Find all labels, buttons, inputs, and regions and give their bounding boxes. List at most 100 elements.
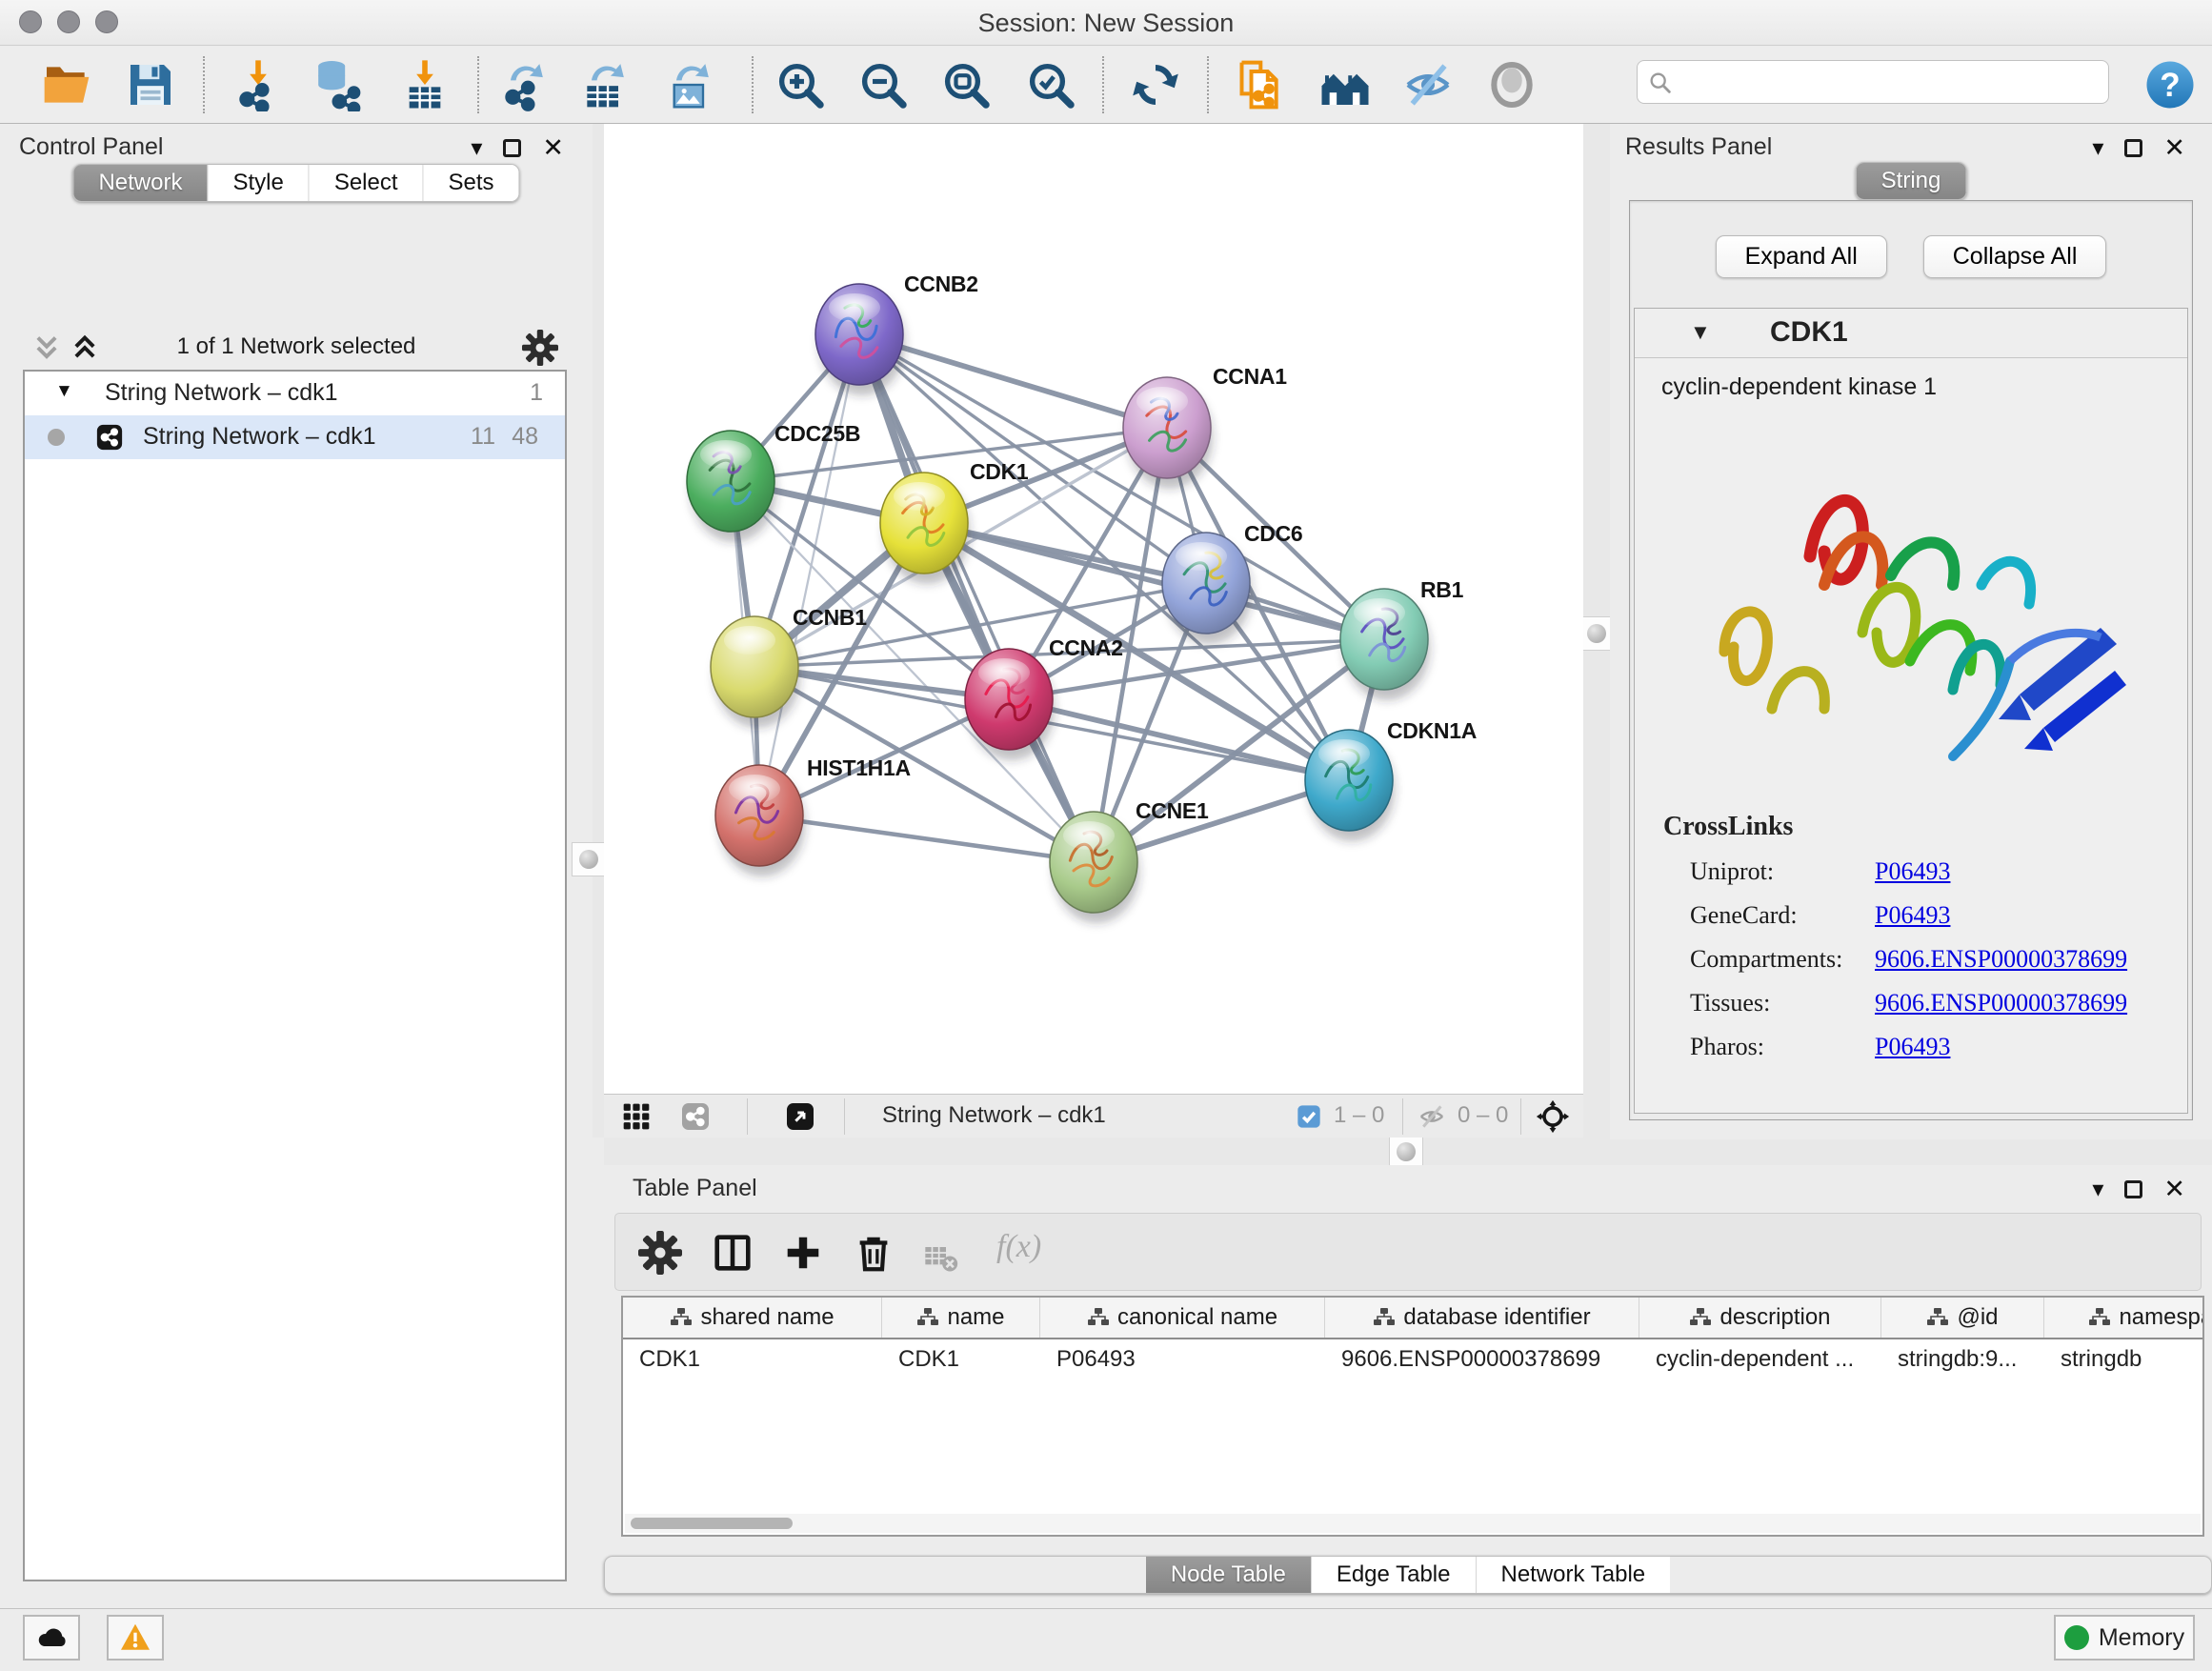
table-cell[interactable]: stringdb	[2044, 1339, 2204, 1381]
table-options-gear-icon[interactable]	[638, 1231, 682, 1275]
node-RB1[interactable]	[1340, 589, 1430, 700]
show-columns-icon[interactable]	[711, 1231, 754, 1275]
node-CCNB1[interactable]	[711, 616, 800, 728]
cloud-status-button[interactable]	[23, 1615, 80, 1661]
node-CCNA2[interactable]	[965, 649, 1055, 760]
collection-caret-icon[interactable]: ▼	[55, 381, 73, 402]
column-header-namespace[interactable]: namespace	[2044, 1298, 2204, 1338]
network-row[interactable]: String Network – cdk1 11 48	[25, 415, 565, 459]
memory-button[interactable]: Memory	[2054, 1615, 2195, 1661]
network-graph[interactable]: CCNB2CCNA1CDC25BCDK1CDC6RB1CCNB1CCNA2CDK…	[604, 124, 1583, 1094]
edge-CCNB2-CCNE1[interactable]	[859, 334, 1094, 862]
network-collection-row[interactable]: ▼ String Network – cdk1 1	[25, 372, 565, 415]
expand-all-button[interactable]: Expand All	[1716, 235, 1887, 278]
import-network-file-icon[interactable]	[231, 58, 285, 111]
protein-caret-icon[interactable]: ▼	[1690, 320, 1711, 345]
table-cell[interactable]: 9606.ENSP00000378699	[1325, 1339, 1639, 1381]
table-cell[interactable]: cyclin-dependent ...	[1639, 1339, 1881, 1381]
tab-select[interactable]: Select	[309, 165, 423, 201]
table-row[interactable]: CDK1CDK1P064939606.ENSP00000378699cyclin…	[623, 1339, 2202, 1381]
results-panel-float-icon[interactable]	[2124, 139, 2142, 157]
results-panel-menu-icon[interactable]: ▾	[2092, 137, 2103, 160]
table-panel-float-icon[interactable]	[2124, 1180, 2142, 1198]
table-cell[interactable]: stringdb:9...	[1881, 1339, 2044, 1381]
node-CCNA1[interactable]	[1123, 377, 1213, 489]
export-network-icon[interactable]	[497, 58, 551, 111]
export-table-icon[interactable]	[578, 58, 632, 111]
navigator-crosshair-icon[interactable]	[1536, 1099, 1570, 1134]
import-table-file-icon[interactable]	[398, 58, 452, 111]
tab-network-table[interactable]: Network Table	[1476, 1557, 1671, 1593]
splitter-handle-left[interactable]	[572, 842, 606, 876]
save-session-icon[interactable]	[124, 58, 177, 111]
column-header-description[interactable]: description	[1639, 1298, 1881, 1338]
new-network-from-selection-icon[interactable]	[1232, 58, 1285, 111]
zoom-selected-icon[interactable]	[1024, 58, 1077, 111]
tab-edge-table[interactable]: Edge Table	[1311, 1557, 1476, 1593]
control-panel-close-icon[interactable]: ✕	[542, 135, 564, 161]
crosslink-link[interactable]: P06493	[1875, 857, 1950, 886]
column-header-canonicalname[interactable]: canonical name	[1040, 1298, 1325, 1338]
hide-selection-icon[interactable]	[1401, 58, 1455, 111]
edge-CCNB2-CCNA1[interactable]	[859, 334, 1167, 428]
grid-view-icon[interactable]	[621, 1101, 652, 1132]
control-panel-float-icon[interactable]	[503, 139, 521, 157]
node-CDC6[interactable]	[1162, 533, 1252, 644]
node-HIST1H1A[interactable]	[715, 765, 805, 876]
table-cell[interactable]: P06493	[1040, 1339, 1325, 1381]
refresh-icon[interactable]	[1129, 58, 1182, 111]
crosslink-link[interactable]: 9606.ENSP00000378699	[1875, 989, 2127, 1017]
zoom-in-icon[interactable]	[774, 58, 827, 111]
splitter-handle-right[interactable]	[1579, 616, 1614, 651]
help-icon[interactable]: ?	[2143, 58, 2197, 111]
export-image-icon[interactable]	[663, 58, 716, 111]
import-network-database-icon[interactable]	[311, 58, 364, 111]
crosslink-link[interactable]: P06493	[1875, 1033, 1950, 1061]
network-canvas[interactable]: CCNB2CCNA1CDC25BCDK1CDC6RB1CCNB1CCNA2CDK…	[604, 124, 1583, 1094]
zoom-fit-icon[interactable]	[939, 58, 993, 111]
protein-header[interactable]: ▼ CDK1	[1635, 309, 2187, 358]
tab-node-table[interactable]: Node Table	[1146, 1557, 1311, 1593]
node-CDKN1A[interactable]	[1305, 730, 1395, 841]
node-label-CDK1: CDK1	[970, 459, 1029, 484]
detach-view-icon[interactable]	[785, 1101, 815, 1132]
column-header-sharedname[interactable]: shared name	[623, 1298, 882, 1338]
add-column-icon[interactable]	[781, 1231, 825, 1275]
crosslink-link[interactable]: 9606.ENSP00000378699	[1875, 945, 2127, 974]
node-CDK1[interactable]	[880, 473, 970, 584]
node-CCNB2[interactable]	[815, 284, 905, 395]
delete-column-trash-icon[interactable]	[852, 1231, 895, 1275]
splitter-handle-bottom[interactable]	[1389, 1135, 1423, 1169]
column-header-databaseidentifier[interactable]: database identifier	[1325, 1298, 1639, 1338]
show-all-icon[interactable]	[1485, 58, 1538, 111]
control-panel-menu-icon[interactable]: ▾	[471, 137, 482, 160]
collapse-all-button[interactable]: Collapse All	[1923, 235, 2107, 278]
tab-string[interactable]: String	[1857, 163, 1966, 199]
open-session-icon[interactable]	[40, 58, 93, 111]
node-CCNE1[interactable]	[1050, 812, 1139, 923]
tab-sets[interactable]: Sets	[423, 165, 519, 201]
column-header-name[interactable]: name	[882, 1298, 1040, 1338]
table-cell[interactable]: CDK1	[882, 1339, 1040, 1381]
results-panel-close-icon[interactable]: ✕	[2163, 135, 2185, 161]
network-thumbnail-icon[interactable]	[680, 1101, 711, 1132]
tab-network[interactable]: Network	[73, 165, 207, 201]
edge-CCNB2-HIST1H1A[interactable]	[759, 334, 859, 815]
crosslink-link[interactable]: P06493	[1875, 901, 1950, 930]
tab-style[interactable]: Style	[207, 165, 308, 201]
search-input[interactable]	[1679, 65, 2099, 99]
network-options-gear-icon[interactable]	[522, 330, 558, 366]
node-CDC25B[interactable]	[687, 431, 776, 542]
splitter-left[interactable]	[593, 124, 604, 1137]
table-panel-menu-icon[interactable]: ▾	[2092, 1178, 2103, 1201]
zoom-out-icon[interactable]	[856, 58, 910, 111]
column-header-id[interactable]: @id	[1881, 1298, 2044, 1338]
table-panel-close-icon[interactable]: ✕	[2163, 1177, 2185, 1202]
node-label-CCNA2: CCNA2	[1049, 635, 1123, 660]
table-cell[interactable]: CDK1	[623, 1339, 882, 1381]
edge-HIST1H1A-CCNE1[interactable]	[759, 815, 1094, 862]
selected-checkbox-icon[interactable]	[1296, 1103, 1322, 1130]
warnings-button[interactable]	[107, 1615, 164, 1661]
string-home-icon[interactable]	[1318, 58, 1372, 111]
table-h-scrollbar-thumb[interactable]	[631, 1518, 793, 1529]
